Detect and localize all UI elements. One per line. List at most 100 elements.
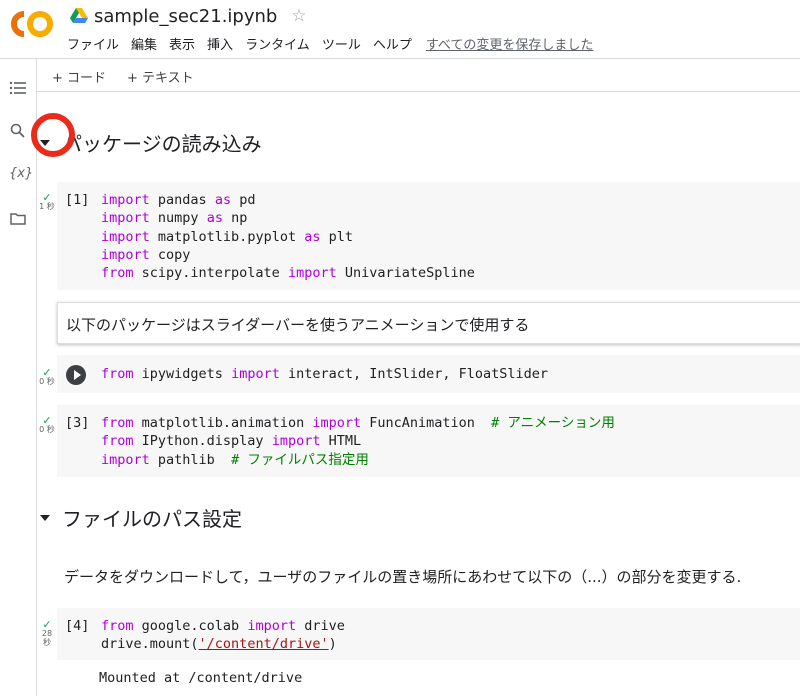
code-line: from IPython.display import HTML [101, 432, 615, 450]
section-heading: ファイルのパス設定 [40, 503, 242, 532]
code-line: import matplotlib.pyplot as plt [101, 228, 475, 246]
code-line: from matplotlib.animation import FuncAni… [101, 414, 615, 432]
colab-logo[interactable] [10, 10, 54, 38]
exec-time: 0 秒 [39, 425, 55, 434]
code-keyword: from [101, 366, 134, 382]
code-line: import copy [101, 246, 475, 264]
highlight-circle [31, 113, 75, 157]
menu-tools[interactable]: ツール [322, 34, 361, 53]
code-line: from google.colab import drive [101, 617, 345, 635]
code-text: pd [231, 192, 256, 208]
code-text: ) [328, 636, 337, 653]
code-text: google.colab [133, 618, 248, 634]
notebook-title[interactable]: sample_sec21.ipynb [94, 6, 277, 27]
code-keyword: from [101, 618, 134, 634]
code-keyword: import [271, 433, 321, 450]
code-text: pathlib [149, 451, 232, 468]
code-keyword: as [214, 192, 232, 208]
code-editor[interactable]: import pandas as pd import numpy as np imp… [101, 191, 475, 282]
toc-icon[interactable] [9, 79, 27, 97]
code-line: import numpy as np [101, 209, 475, 227]
code-line: from scipy.interpolate import Univariate… [101, 264, 475, 282]
text-cell[interactable]: 以下のパッケージはスライダーバーを使うアニメーションで使用する [57, 302, 800, 344]
code-keyword: import [231, 366, 280, 382]
code-text: ipywidgets [133, 366, 232, 382]
text-cell-content: データをダウンロードして，ユーザのファイルの置き場所にあわせて以下の（...）の… [64, 568, 742, 586]
code-cell[interactable]: from ipywidgets import interact, IntSlid… [57, 355, 800, 393]
app-header: sample_sec21.ipynb ☆ ファイル 編集 表示 挿入 ランタイム… [0, 0, 800, 58]
success-check-icon: ✓ [42, 191, 52, 204]
exec-time: 0 秒 [39, 377, 55, 386]
code-text: pandas [149, 192, 215, 208]
code-keyword: import [101, 210, 150, 227]
code-cell[interactable]: [1] import pandas as pd import numpy as n… [57, 182, 800, 290]
code-keyword: import [101, 228, 150, 245]
menu-insert[interactable]: 挿入 [207, 34, 233, 53]
menu-edit[interactable]: 編集 [131, 34, 157, 53]
success-check-icon: ✓ [42, 366, 52, 379]
code-keyword: import [287, 265, 337, 282]
code-keyword: from [101, 265, 134, 282]
code-editor[interactable]: from matplotlib.animation import FuncAni… [101, 414, 615, 469]
run-cell-button[interactable] [66, 365, 86, 385]
menu-runtime[interactable]: ランタイム [245, 34, 310, 53]
save-status-link[interactable]: すべての変更を保存しました [426, 34, 594, 53]
code-keyword: as [304, 228, 321, 245]
collapse-caret-icon[interactable] [40, 514, 50, 521]
code-text: UnivariateSpline [336, 265, 475, 282]
code-text: FuncAnimation [361, 415, 492, 431]
code-cell[interactable]: [4] from google.colab import drive drive.… [57, 608, 800, 660]
menu-bar: ファイル 編集 表示 挿入 ランタイム ツール ヘルプ すべての変更を保存しまし… [67, 34, 605, 53]
code-text: scipy.interpolate [133, 265, 288, 282]
add-text-button[interactable]: + テキスト [127, 67, 194, 86]
code-text: HTML [320, 433, 362, 450]
code-text: numpy [149, 210, 207, 227]
code-keyword: from [101, 433, 134, 450]
code-text: plt [320, 228, 353, 245]
code-text: matplotlib.animation [133, 415, 313, 431]
code-line: import pandas as pd [101, 191, 475, 209]
code-text: np [222, 210, 248, 227]
exec-time-unit: 秒 [43, 638, 51, 647]
execution-count: [1] [65, 192, 90, 208]
code-editor[interactable]: from google.colab import drive drive.moun… [101, 617, 345, 654]
menu-view[interactable]: 表示 [169, 34, 195, 53]
exec-time: 28 [41, 629, 53, 638]
section-title: ファイルのパス設定 [62, 507, 242, 531]
code-keyword: from [101, 415, 134, 431]
cell-status: ✓ 28 秒 [37, 618, 57, 647]
success-check-icon: ✓ [42, 618, 52, 631]
cell-status: ✓ 0 秒 [37, 366, 57, 386]
code-keyword: import [101, 246, 150, 263]
star-icon[interactable]: ☆ [291, 6, 306, 26]
code-keyword: import [247, 618, 297, 634]
cell-status: ✓ 1 秒 [37, 191, 57, 211]
code-line: import pathlib # ファイルパス指定用 [101, 451, 615, 469]
search-icon[interactable] [9, 122, 27, 140]
code-line: from ipywidgets import interact, IntSlid… [101, 365, 548, 383]
execution-count: [4] [65, 618, 90, 634]
code-text: matplotlib.pyplot [149, 228, 305, 245]
code-cell[interactable]: [3] from matplotlib.animation import Fun… [57, 405, 800, 477]
code-line: drive.mount('/content/drive') [101, 635, 345, 653]
left-sidebar: {x} [0, 59, 37, 696]
code-comment: # ファイルパス指定用 [231, 451, 369, 468]
code-keyword: import [101, 451, 150, 468]
code-comment: # アニメーション用 [491, 415, 615, 431]
text-cell-content: 以下のパッケージはスライダーバーを使うアニメーションで使用する [66, 316, 530, 334]
menu-file[interactable]: ファイル [67, 34, 119, 53]
google-drive-icon [70, 8, 88, 23]
section-title: パッケージの読み込み [62, 132, 262, 156]
code-keyword: as [206, 210, 223, 227]
exec-time: 1 秒 [39, 202, 55, 211]
folder-icon[interactable] [9, 210, 27, 228]
notebook-toolbar: + コード + テキスト [37, 59, 800, 92]
add-code-button[interactable]: + コード [52, 67, 106, 86]
variables-icon[interactable]: {x} [9, 166, 33, 184]
code-keyword: import [101, 192, 150, 208]
execution-count: [3] [65, 415, 90, 431]
menu-help[interactable]: ヘルプ [373, 34, 412, 53]
cell-output: Mounted at /content/drive [99, 670, 303, 686]
code-text: copy [149, 246, 191, 263]
code-editor[interactable]: from ipywidgets import interact, IntSlid… [101, 365, 548, 383]
